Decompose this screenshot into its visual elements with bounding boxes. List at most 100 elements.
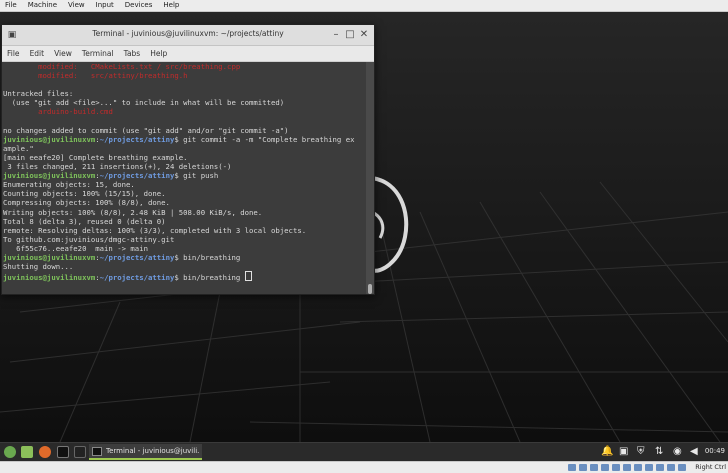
notification-bell-icon[interactable]: 🔔 <box>601 446 613 458</box>
prompt-path: ~/projects/attiny <box>99 273 175 283</box>
clipboard-icon[interactable]: ▣ <box>619 446 628 458</box>
terminal-output[interactable]: modified: CMakeLists.txt / src/breathing… <box>2 62 366 294</box>
terminal-line: Counting objects: 100% (15/15), done. <box>2 189 366 198</box>
terminal-line: juvinious@juvilinuxvm:~/projects/attiny$… <box>2 135 366 144</box>
close-icon[interactable]: ✕ <box>358 29 370 41</box>
terminal-line: arduino-build.cmd <box>2 107 366 116</box>
maximize-icon[interactable]: □ <box>344 29 356 41</box>
terminal-text: $ git push <box>174 171 219 181</box>
terminal-text: $ bin/breathing <box>174 252 241 262</box>
terminal-line: 3 files changed, 211 insertions(+), 24 d… <box>2 162 366 171</box>
prompt-user: juvinious@juvilinuxvm <box>3 134 96 144</box>
terminal-text: src/attiny/breathing.h <box>90 71 188 81</box>
terminal-text: $ git commit -a -m "Complete breathing e… <box>174 134 355 144</box>
terminal-line: juvinious@juvilinuxvm:~/projects/attiny$… <box>2 171 366 180</box>
terminal-line: (use "git add <file>..." to include in w… <box>2 98 366 107</box>
terminal-cursor <box>244 271 252 282</box>
terminal-title: Terminal - juvinious@juvilinuxvm: ~/proj… <box>92 29 284 38</box>
terminal-line: no changes added to commit (use "git add… <box>2 126 366 135</box>
desktop: ▣ Terminal - juvinious@juvilinuxvm: ~/pr… <box>0 12 728 442</box>
vbox-menu-file[interactable]: File <box>0 0 23 11</box>
taskbar-task-terminal[interactable]: Terminal - juvinious@juvili... <box>89 444 202 460</box>
terminal-text: 3 files changed, 211 insertions(+), 24 d… <box>3 162 232 172</box>
optical-drive-icon[interactable] <box>579 464 587 471</box>
terminal-window[interactable]: ▣ Terminal - juvinious@juvilinuxvm: ~/pr… <box>1 24 375 295</box>
taskbar: Terminal - juvinious@juvili... 🔔 ▣ ⛨ ⇅ ◉… <box>0 442 728 461</box>
terminal-menu-help[interactable]: Help <box>145 49 172 58</box>
terminal-task-icon <box>92 447 102 456</box>
host-key-label: Right Ctrl <box>695 463 726 471</box>
terminal-text: Writing objects: 100% (8/8), 2.48 KiB | … <box>3 207 263 217</box>
terminal-text: remote: Resolving deltas: 100% (3/3), co… <box>3 225 307 235</box>
terminal-text: To github.com:juvinious/dmgc-attiny.git <box>3 234 175 244</box>
terminal-text: modified: <box>3 62 91 71</box>
audio-icon[interactable] <box>590 464 598 471</box>
terminal-text: Untracked files: <box>3 89 74 99</box>
prompt-user: juvinious@juvilinuxvm <box>3 273 96 283</box>
terminal-line: 6f55c76..eeafe20 main -> main <box>2 244 366 253</box>
terminal-line: Untracked files: <box>2 89 366 98</box>
network-adapter-icon[interactable] <box>601 464 609 471</box>
terminal-scroll-thumb[interactable] <box>368 284 372 294</box>
vbox-menu-devices[interactable]: Devices <box>120 0 159 11</box>
vbox-menu-help[interactable]: Help <box>158 0 185 11</box>
prompt-path: ~/projects/attiny <box>99 252 175 262</box>
mouse-integration-icon[interactable] <box>667 464 675 471</box>
terminal-line: modified: src/attiny/breathing.h <box>2 71 366 80</box>
terminal-text: Shutting down... <box>3 262 74 272</box>
terminal-titlebar[interactable]: ▣ Terminal - juvinious@juvilinuxvm: ~/pr… <box>2 25 374 46</box>
terminal-menu-file[interactable]: File <box>2 49 25 58</box>
terminal-line: Writing objects: 100% (8/8), 2.48 KiB | … <box>2 208 366 217</box>
terminal-line: ample." <box>2 144 366 153</box>
vbox-menu-machine[interactable]: Machine <box>23 0 63 11</box>
terminal-line: remote: Resolving deltas: 100% (3/3), co… <box>2 226 366 235</box>
terminal-text: 6f55c76..eeafe20 main -> main <box>3 243 148 253</box>
prompt-path: ~/projects/attiny <box>99 171 175 181</box>
vbox-menu-view[interactable]: View <box>63 0 91 11</box>
terminal-line: juvinious@juvilinuxvm:~/projects/attiny$… <box>2 253 366 262</box>
shield-icon[interactable]: ⛨ <box>637 446 645 458</box>
minimize-icon[interactable]: – <box>330 29 342 41</box>
files-icon[interactable] <box>21 446 33 458</box>
terminal-menu-tabs[interactable]: Tabs <box>119 49 146 58</box>
vbox-menu-input[interactable]: Input <box>91 0 120 11</box>
terminal-menu-terminal[interactable]: Terminal <box>77 49 119 58</box>
terminal-line: Enumerating objects: 15, done. <box>2 180 366 189</box>
terminal-text: arduino-build.cmd <box>38 107 113 117</box>
terminal-text: Counting objects: 100% (15/15), done. <box>3 189 166 199</box>
terminal-text: no changes added to commit (use "git add… <box>3 125 289 135</box>
keyboard-icon[interactable] <box>678 464 686 471</box>
terminal-small-icon[interactable] <box>74 446 86 458</box>
terminal-scrollbar[interactable] <box>366 62 374 294</box>
terminal-text: (use "git add <file>..." to include in w… <box>3 98 285 108</box>
volume-icon[interactable]: ◀ <box>690 446 698 458</box>
terminal-menubar: File Edit View Terminal Tabs Help <box>2 46 374 62</box>
shared-folder-icon[interactable] <box>623 464 631 471</box>
terminal-line: Compressing objects: 100% (8/8), done. <box>2 198 366 207</box>
usb-icon[interactable] <box>612 464 620 471</box>
network-icon[interactable]: ⇅ <box>655 446 663 458</box>
update-icon[interactable]: ◉ <box>673 446 682 458</box>
firefox-icon[interactable] <box>39 446 51 458</box>
display-icon[interactable] <box>634 464 642 471</box>
menu-icon[interactable] <box>4 446 16 458</box>
cpu-icon[interactable] <box>656 464 664 471</box>
terminal-icon[interactable] <box>57 446 69 458</box>
terminal-menu-view[interactable]: View <box>49 49 77 58</box>
terminal-menu-edit[interactable]: Edit <box>25 49 50 58</box>
terminal-line: To github.com:juvinious/dmgc-attiny.git <box>2 235 366 244</box>
prompt-path: ~/projects/attiny <box>99 134 175 144</box>
recording-icon[interactable] <box>645 464 653 471</box>
terminal-text: ample." <box>3 143 34 153</box>
hdd-icon[interactable] <box>568 464 576 471</box>
prompt-user: juvinious@juvilinuxvm <box>3 252 96 262</box>
terminal-line: Shutting down... <box>2 262 366 271</box>
terminal-text: modified: <box>3 71 91 81</box>
terminal-line: juvinious@juvilinuxvm:~/projects/attiny$… <box>2 271 366 283</box>
terminal-text: $ bin/breathing <box>174 273 245 283</box>
terminal-line: Total 8 (delta 3), reused 0 (delta 0) <box>2 217 366 226</box>
taskbar-clock[interactable]: 00:49 <box>705 447 725 455</box>
